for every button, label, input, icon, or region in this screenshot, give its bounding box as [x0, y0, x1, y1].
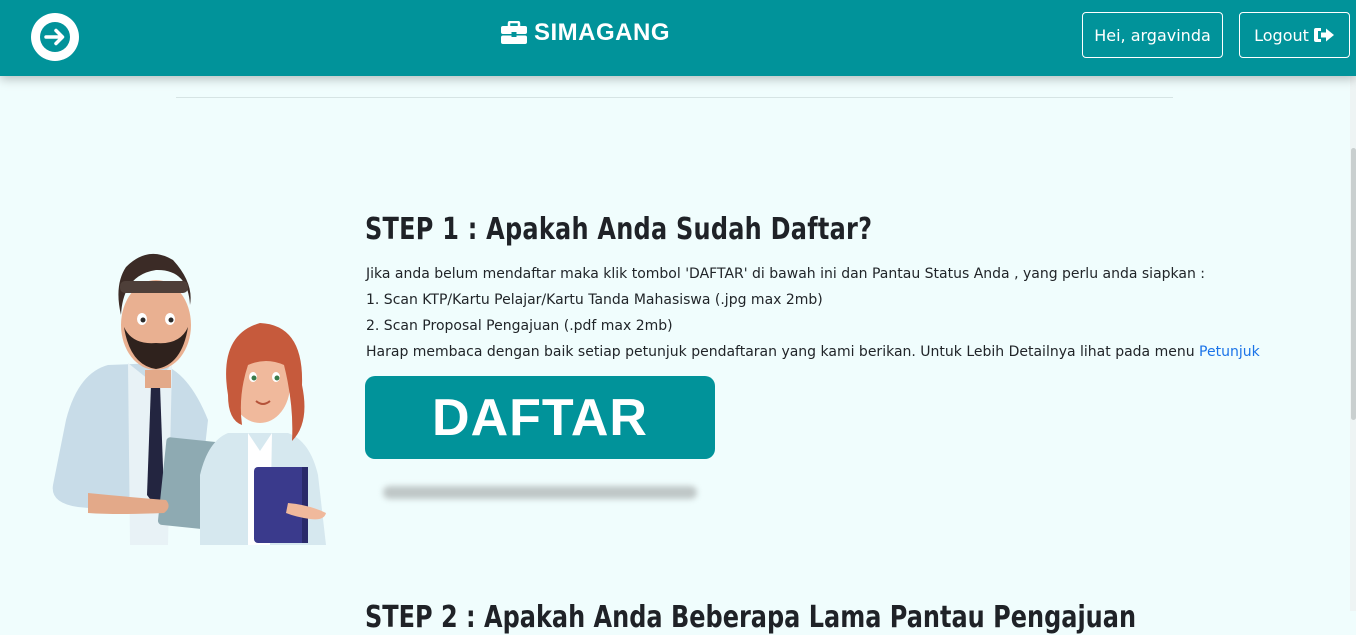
briefcase-icon: [501, 21, 527, 44]
note-text: Harap membaca dengan baik setiap petunju…: [366, 344, 1195, 360]
step1-title: STEP 1 : Apakah Anda Sudah Daftar?: [365, 212, 873, 247]
brand-title: SIMAGANG: [534, 19, 670, 46]
logout-button[interactable]: Logout: [1239, 12, 1350, 58]
illustration: [52, 253, 326, 545]
step1-note: Harap membaca dengan baik setiap petunju…: [366, 344, 1260, 360]
scrollbar-thumb[interactable]: [1351, 148, 1356, 420]
brand[interactable]: SIMAGANG: [500, 18, 670, 48]
navbar: SIMAGANG Hei, argavinda Logout: [0, 0, 1356, 76]
button-shadow: [383, 486, 697, 499]
petunjuk-link[interactable]: Petunjuk: [1199, 344, 1260, 360]
arrow-right-icon: [40, 22, 70, 52]
back-button[interactable]: [31, 13, 79, 61]
logout-label: Logout: [1254, 25, 1309, 45]
requirement-ktp: 1. Scan KTP/Kartu Pelajar/Kartu Tanda Ma…: [366, 292, 823, 308]
step1-intro: Jika anda belum mendaftar maka klik tomb…: [366, 266, 1206, 282]
section-divider: [176, 97, 1173, 98]
daftar-button[interactable]: DAFTAR: [365, 376, 715, 459]
user-button[interactable]: Hei, argavinda: [1082, 12, 1223, 58]
requirement-proposal: 2. Scan Proposal Pengajuan (.pdf max 2mb…: [366, 318, 673, 334]
sign-out-icon: [1313, 28, 1334, 42]
step2-title: STEP 2 : Apakah Anda Beberapa Lama Panta…: [365, 600, 1137, 635]
